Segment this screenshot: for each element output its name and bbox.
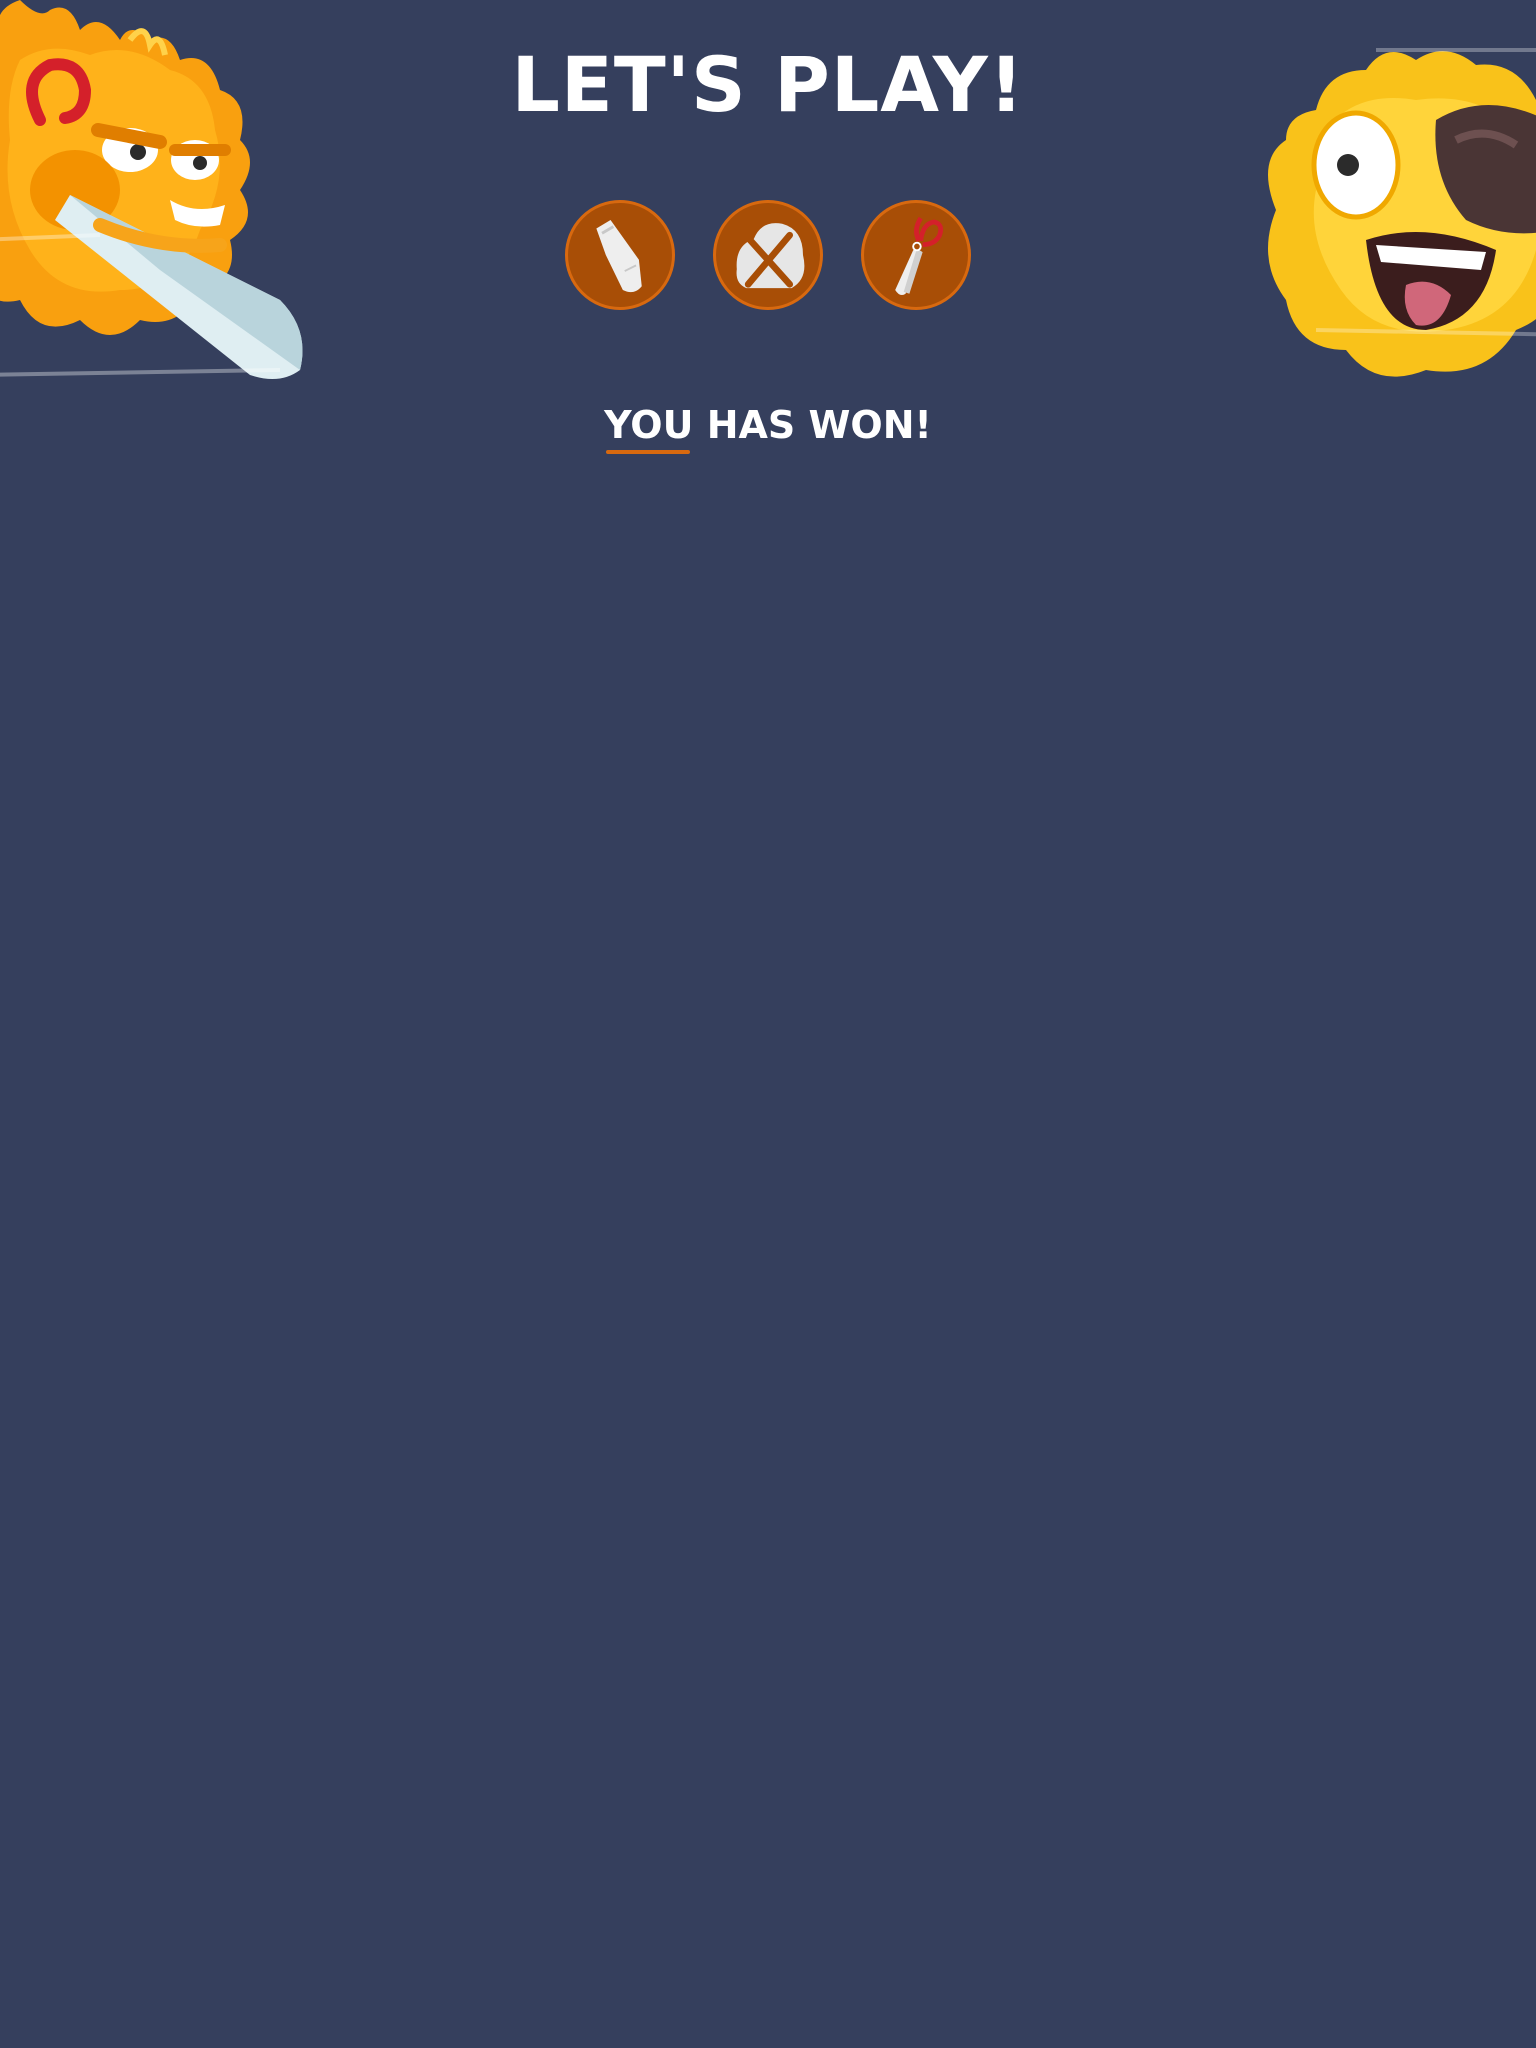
page-title: LET'S PLAY!: [511, 40, 1025, 129]
result-area: YOU HAS WON!: [0, 400, 1536, 454]
rock-button[interactable]: [713, 200, 823, 310]
scissors-button[interactable]: [861, 200, 971, 310]
result-underline: [606, 450, 691, 454]
paper-button[interactable]: [565, 200, 675, 310]
scissors-icon: [895, 216, 944, 296]
rock-icon: [736, 223, 805, 289]
result-message-text: YOU HAS WON!: [604, 403, 932, 447]
paper-icon: [596, 220, 642, 293]
result-message: YOU HAS WON!: [604, 400, 932, 454]
choice-buttons: [0, 200, 1536, 310]
